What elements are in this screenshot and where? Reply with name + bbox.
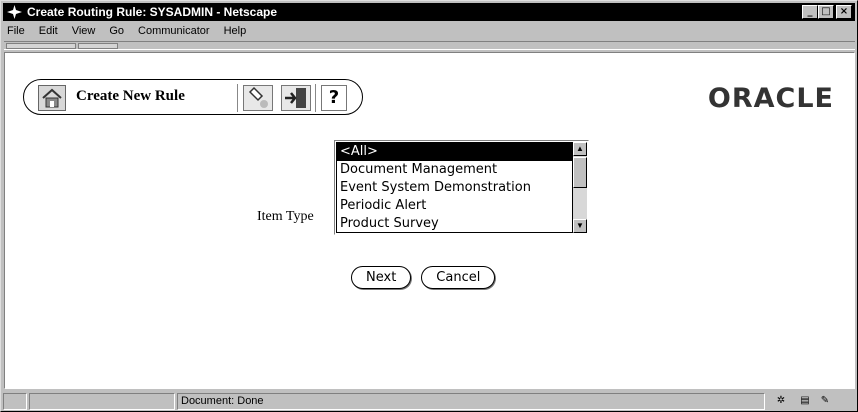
title-bar: Create Routing Rule: SYSADMIN - Netscape… — [3, 3, 855, 21]
menu-file[interactable]: File — [7, 22, 25, 40]
scroll-up-arrow-icon[interactable]: ▲ — [573, 142, 587, 156]
global-nav-bar: Create New Rule ? — [23, 79, 363, 115]
cancel-button[interactable]: Cancel — [421, 266, 496, 289]
list-option[interactable]: <All> — [337, 143, 572, 161]
list-option[interactable]: Event System Demonstration — [337, 179, 572, 197]
page-content: Create New Rule ? ORACLE Item Type <All>… — [4, 52, 855, 389]
menu-bar: File Edit View Go Communicator Help — [3, 22, 246, 40]
close-button[interactable]: × — [836, 5, 852, 19]
home-button[interactable] — [38, 85, 66, 111]
browser-window: Create Routing Rule: SYSADMIN - Netscape… — [0, 0, 858, 412]
mail-icon[interactable]: ▤ — [797, 394, 813, 407]
item-type-listbox[interactable]: <All> Document Management Event System D… — [334, 140, 589, 235]
list-option[interactable]: Product Survey — [337, 215, 572, 232]
collapsed-toolbars — [4, 41, 855, 50]
security-lock-icon[interactable] — [3, 393, 27, 410]
nav-divider — [237, 84, 238, 112]
status-text: Document: Done — [177, 393, 765, 410]
help-icon[interactable]: ? — [321, 85, 347, 111]
page-title: Create New Rule — [76, 88, 185, 104]
menu-view[interactable]: View — [72, 22, 96, 40]
window-title: Create Routing Rule: SYSADMIN - Netscape — [27, 5, 278, 19]
list-option[interactable]: Periodic Alert — [337, 197, 572, 215]
status-bar: Document: Done ✲ ▤ ✎ — [3, 391, 855, 411]
logout-button[interactable] — [281, 85, 311, 111]
menu-communicator[interactable]: Communicator — [138, 22, 210, 40]
netscape-app-icon[interactable] — [7, 5, 22, 19]
item-type-label: Item Type — [257, 209, 314, 224]
scroll-thumb[interactable] — [573, 157, 587, 188]
toolbar-grip-location[interactable] — [78, 43, 118, 49]
list-option[interactable]: Document Management — [337, 161, 572, 179]
next-button[interactable]: Next — [351, 266, 412, 289]
exit-icon — [285, 88, 306, 108]
scroll-down-arrow-icon[interactable]: ▼ — [573, 219, 587, 233]
connection-indicator-icon — [29, 393, 175, 410]
nav-divider — [315, 84, 316, 112]
menu-help[interactable]: Help — [224, 22, 247, 40]
flashlight-icon — [248, 86, 268, 108]
home-icon — [42, 88, 62, 108]
maximize-button[interactable]: □ — [818, 5, 834, 19]
action-buttons: Next Cancel — [351, 266, 496, 289]
oracle-logo: ORACLE — [707, 83, 834, 114]
netscape-component-icon[interactable]: ✲ — [773, 394, 789, 407]
composer-icon[interactable]: ✎ — [817, 394, 833, 407]
minimize-button[interactable]: _ — [802, 5, 818, 19]
search-button[interactable] — [243, 85, 273, 111]
menu-go[interactable]: Go — [109, 22, 124, 40]
menu-edit[interactable]: Edit — [39, 22, 58, 40]
toolbar-grip-navigation[interactable] — [6, 43, 76, 49]
listbox-scrollbar[interactable]: ▲ ▼ — [572, 142, 587, 233]
